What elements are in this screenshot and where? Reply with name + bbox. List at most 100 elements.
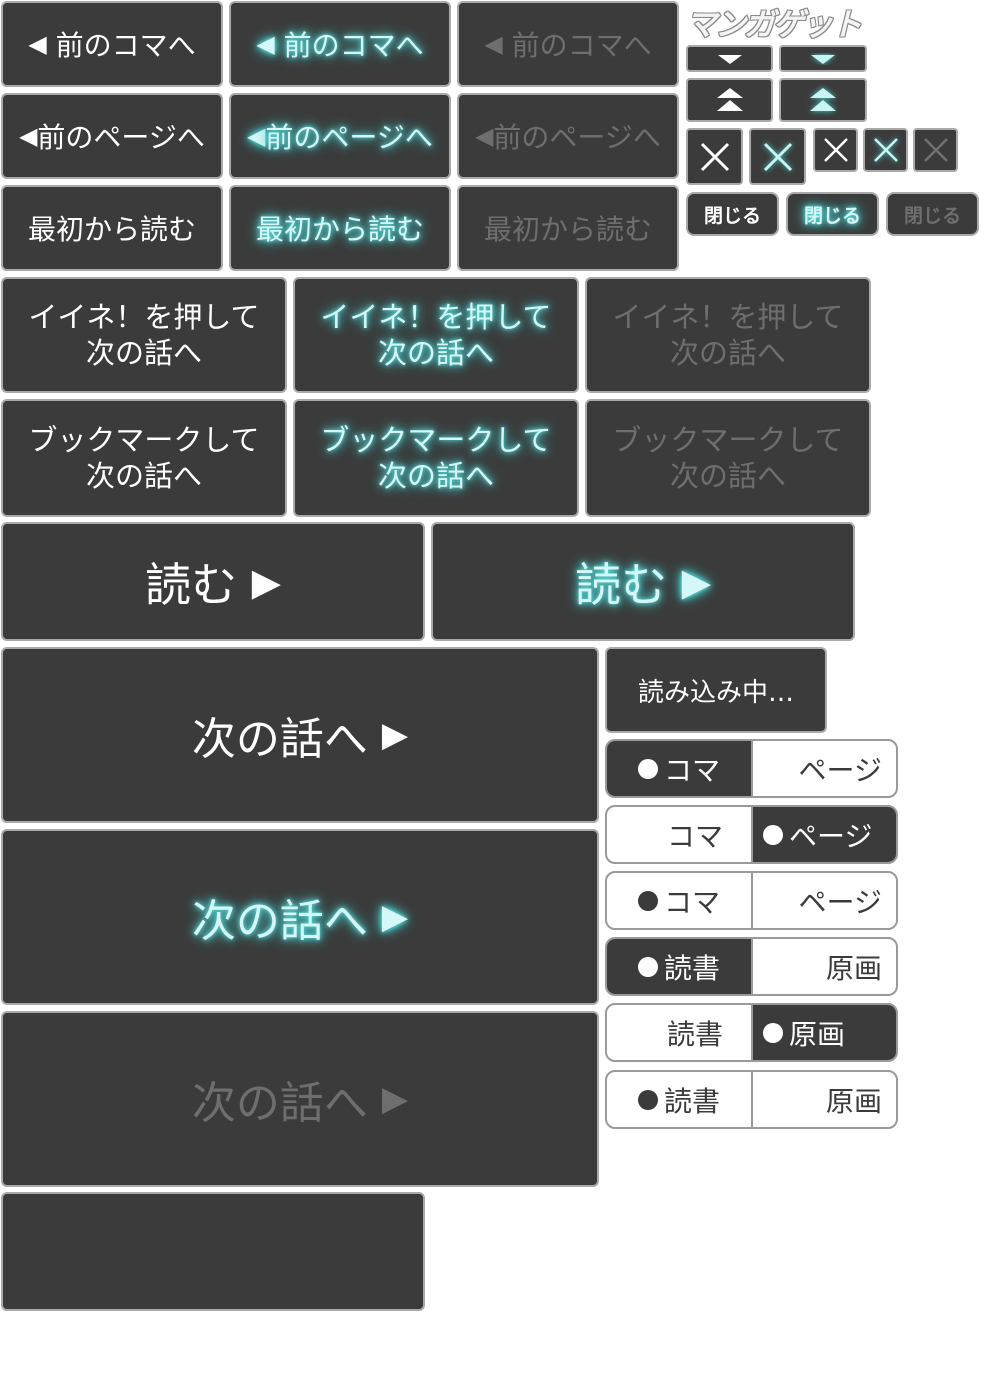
- page-mode-option: ページ: [753, 873, 896, 928]
- triangle-right-icon: ▶: [681, 559, 711, 604]
- view-mode-toggle-frame-selected[interactable]: コマ ページ: [605, 739, 898, 798]
- empty-button[interactable]: [1, 1192, 425, 1311]
- reading-mode-label: 読書: [663, 951, 720, 985]
- like-next-label: イイネ！を押して 次の話へ: [28, 299, 260, 370]
- triangle-right-icon: ▶: [381, 715, 409, 755]
- read-from-start-label: 最初から読む: [483, 213, 652, 246]
- read-from-start-button-disabled: 最初から読む: [457, 185, 679, 271]
- radio-dot-icon: [637, 956, 658, 977]
- radio-dot-icon: [763, 824, 783, 845]
- original-art-option[interactable]: 原画: [753, 1005, 896, 1060]
- close-label: 閉じる: [903, 204, 961, 227]
- triangle-left-icon: ◀: [19, 122, 38, 150]
- display-mode-toggle-disabled: 読書 原画: [605, 1070, 898, 1129]
- like-next-label: イイネ！を押して 次の話へ: [320, 299, 552, 370]
- close-x-icon: [763, 142, 792, 171]
- close-x-icon: [823, 138, 848, 162]
- close-x-icon: [923, 138, 948, 162]
- prev-page-button-disabled: ◀ 前のページへ: [457, 93, 679, 179]
- original-art-label: 原画: [789, 1017, 846, 1051]
- triangle-left-icon: ◀: [247, 122, 266, 150]
- close-x-icon: [700, 142, 729, 171]
- read-button-hover[interactable]: 読む ▶: [431, 522, 855, 641]
- read-from-start-label: 最初から読む: [27, 213, 196, 246]
- chevron-down-icon: [811, 54, 835, 64]
- prev-frame-button-normal[interactable]: ◀ 前のコマへ: [1, 1, 223, 87]
- radio-dot-icon: [763, 1022, 783, 1043]
- like-next-button-hover[interactable]: イイネ！を押して 次の話へ: [293, 277, 579, 393]
- frame-mode-option[interactable]: コマ: [607, 807, 753, 862]
- bookmark-next-button-normal[interactable]: ブックマークして 次の話へ: [1, 399, 287, 517]
- prev-page-button-normal[interactable]: ◀ 前のページへ: [1, 93, 223, 179]
- triangle-right-icon: ▶: [251, 559, 281, 604]
- triangle-right-icon: ▶: [381, 1079, 409, 1119]
- next-episode-button-hover[interactable]: 次の話へ ▶: [1, 829, 599, 1005]
- prev-page-label: 前のページへ: [37, 121, 205, 154]
- read-button-normal[interactable]: 読む ▶: [1, 522, 425, 641]
- next-episode-label: 次の話へ: [191, 714, 368, 765]
- bookmark-next-button-hover[interactable]: ブックマークして 次の話へ: [293, 399, 579, 517]
- scroll-down-button-hover[interactable]: [779, 45, 867, 72]
- reading-mode-option: 読書: [607, 1072, 753, 1127]
- prev-frame-label: 前のコマへ: [283, 29, 424, 62]
- view-mode-toggle-disabled: コマ ページ: [605, 871, 898, 930]
- page-mode-label: ページ: [789, 819, 873, 853]
- loading-indicator: 読み込み中…: [605, 647, 827, 733]
- page-mode-option[interactable]: ページ: [753, 741, 896, 796]
- scroll-top-button-hover[interactable]: [779, 78, 867, 122]
- frame-mode-option: コマ: [607, 873, 753, 928]
- view-mode-toggle-page-selected[interactable]: コマ ページ: [605, 805, 898, 864]
- triangle-left-icon: ◀: [28, 30, 47, 58]
- read-from-start-button-normal[interactable]: 最初から読む: [1, 185, 223, 271]
- like-next-button-normal[interactable]: イイネ！を押して 次の話へ: [1, 277, 287, 393]
- prev-page-label: 前のページへ: [493, 121, 661, 154]
- reading-mode-option[interactable]: 読書: [607, 939, 753, 994]
- triangle-left-icon: ◀: [256, 30, 275, 58]
- close-x-icon: [873, 138, 898, 162]
- original-art-label: 原画: [825, 1084, 882, 1118]
- close-button-hover[interactable]: 閉じる: [786, 192, 879, 236]
- frame-mode-option[interactable]: コマ: [607, 741, 753, 796]
- radio-dot-icon: [637, 1089, 658, 1110]
- radio-dot-icon: [637, 890, 658, 911]
- scroll-down-button-normal[interactable]: [686, 45, 773, 72]
- close-x-button-large-normal[interactable]: [686, 128, 743, 185]
- bookmark-next-label: ブックマークして 次の話へ: [320, 422, 552, 493]
- manga-get-logo: マンガゲット: [685, 2, 868, 44]
- display-mode-toggle-original-selected[interactable]: 読書 原画: [605, 1003, 898, 1062]
- loading-label: 読み込み中…: [637, 677, 794, 708]
- original-art-option: 原画: [753, 1072, 896, 1127]
- next-episode-button-normal[interactable]: 次の話へ ▶: [1, 647, 599, 823]
- bookmark-next-label: ブックマークして 次の話へ: [28, 422, 260, 493]
- close-x-button-large-hover[interactable]: [749, 128, 806, 185]
- reading-mode-option[interactable]: 読書: [607, 1005, 753, 1060]
- prev-frame-button-hover[interactable]: ◀ 前のコマへ: [229, 1, 451, 87]
- prev-page-label: 前のページへ: [265, 121, 433, 154]
- close-button-normal[interactable]: 閉じる: [686, 192, 779, 236]
- close-label: 閉じる: [803, 204, 861, 227]
- original-art-option[interactable]: 原画: [753, 939, 896, 994]
- page-mode-option[interactable]: ページ: [753, 807, 896, 862]
- display-mode-toggle-reading-selected[interactable]: 読書 原画: [605, 937, 898, 996]
- read-label: 読む: [575, 557, 668, 612]
- triangle-left-icon: ◀: [475, 122, 494, 150]
- bookmark-next-label: ブックマークして 次の話へ: [612, 422, 844, 493]
- read-from-start-button-hover[interactable]: 最初から読む: [229, 185, 451, 271]
- frame-mode-label: コマ: [663, 753, 720, 787]
- close-x-button-small-hover[interactable]: [863, 128, 908, 172]
- close-x-button-small-normal[interactable]: [813, 128, 858, 172]
- next-episode-label: 次の話へ: [191, 896, 368, 947]
- page-mode-label: ページ: [798, 753, 882, 787]
- reading-mode-label: 読書: [663, 1084, 720, 1118]
- triangle-left-icon: ◀: [484, 30, 503, 58]
- double-chevron-up-icon: [716, 88, 743, 111]
- close-button-disabled: 閉じる: [886, 192, 979, 236]
- double-chevron-up-icon: [810, 88, 836, 111]
- like-next-label: イイネ！を押して 次の話へ: [612, 299, 844, 370]
- next-episode-button-disabled: 次の話へ ▶: [1, 1011, 599, 1187]
- prev-page-button-hover[interactable]: ◀ 前のページへ: [229, 93, 451, 179]
- page-mode-label: ページ: [798, 885, 882, 919]
- radio-dot-icon: [637, 758, 658, 779]
- scroll-top-button-normal[interactable]: [686, 78, 773, 122]
- read-from-start-label: 最初から読む: [255, 213, 424, 246]
